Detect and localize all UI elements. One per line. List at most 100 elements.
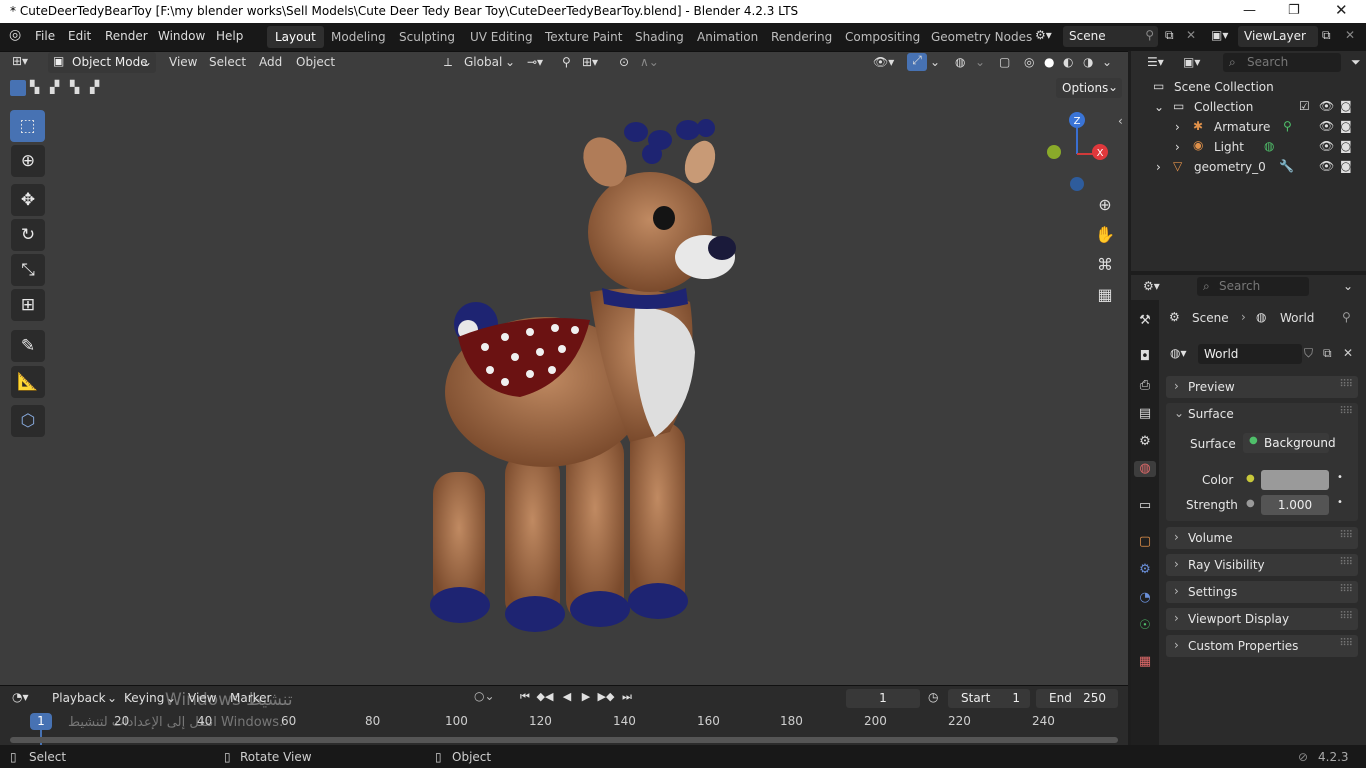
scene-icon[interactable]: ⚙▾ [1035, 28, 1052, 42]
select-extend-icon[interactable]: ▚ [30, 80, 39, 94]
tab-rendering[interactable]: Rendering [763, 26, 840, 48]
zoom-icon[interactable]: ⊕ [1093, 193, 1117, 217]
menu-view[interactable]: View [169, 55, 197, 69]
chevron-right-icon[interactable]: › [1175, 120, 1180, 134]
outliner-editor-icon[interactable]: ☰▾ [1147, 55, 1164, 69]
tab-layout[interactable]: Layout [267, 26, 324, 48]
measure-tool[interactable]: 📐 [11, 366, 45, 398]
properties-editor-icon[interactable]: ⚙▾ [1143, 279, 1160, 293]
keyframe-dot-icon[interactable]: • [1337, 497, 1343, 508]
chevron-down-icon[interactable]: ⌄ [1102, 55, 1112, 69]
menu-playback[interactable]: Playback [52, 691, 106, 705]
jump-end-icon[interactable]: ⏭ [618, 690, 636, 706]
overlays-icon[interactable]: ◍ [955, 55, 965, 69]
chevron-down-icon[interactable]: ⌄ [1154, 100, 1164, 114]
select-intersect-icon[interactable]: ▞ [90, 80, 99, 94]
world-icon[interactable]: ◍ [1134, 461, 1156, 477]
rendered-shading-icon[interactable]: ◑ [1083, 55, 1093, 69]
menu-edit[interactable]: Edit [68, 29, 91, 43]
jump-keyframe-forward-icon[interactable]: ▶◆ [597, 690, 615, 706]
outliner-row-collection[interactable]: ⌄ ▭ Collection ☑ 👁 ◙ [1131, 97, 1366, 117]
grip-icon[interactable]: ⠿⠿ [1339, 611, 1353, 622]
eye-icon[interactable]: 👁 [1319, 139, 1334, 153]
panel-volume[interactable]: › Volume ⠿⠿ [1166, 527, 1358, 549]
grip-icon[interactable]: ⠿⠿ [1339, 379, 1353, 390]
tool-settings-icon[interactable]: ⚒ [1137, 313, 1153, 329]
wireframe-shading-icon[interactable]: ◎ [1024, 55, 1034, 69]
panel-ray-visibility[interactable]: › Ray Visibility ⠿⠿ [1166, 554, 1358, 576]
render-icon[interactable]: ◘ [1137, 349, 1153, 365]
chevron-down-icon[interactable]: ⌄ [1343, 279, 1353, 293]
panel-viewport-display[interactable]: › Viewport Display ⠿⠿ [1166, 608, 1358, 630]
viewlayer-selector[interactable]: ViewLayer [1238, 26, 1318, 47]
end-frame-input[interactable]: End 250 [1036, 689, 1118, 708]
delete-scene-icon[interactable]: ✕ [1186, 28, 1196, 42]
pin-icon[interactable]: ⚲ [1342, 310, 1351, 324]
visibility-icon[interactable]: 👁▾ [873, 55, 894, 69]
tab-modeling[interactable]: Modeling [323, 26, 394, 48]
grip-icon[interactable]: ⠿⠿ [1339, 406, 1353, 417]
color-swatch[interactable] [1261, 470, 1329, 490]
grip-icon[interactable]: ⠿⠿ [1339, 584, 1353, 595]
surface-shader-field[interactable]: ● Background [1243, 433, 1336, 453]
camera-icon[interactable]: ◙ [1340, 159, 1352, 173]
snap-target-icon[interactable]: ⊞▾ [582, 55, 598, 69]
object-icon[interactable]: ▢ [1137, 534, 1153, 550]
material-shading-icon[interactable]: ◐ [1063, 55, 1073, 69]
select-box-tool[interactable]: ⬚ [10, 110, 45, 142]
navigation-gizmo[interactable]: Z X [1040, 110, 1120, 200]
play-reverse-icon[interactable]: ◀ [558, 690, 576, 706]
display-mode-icon[interactable]: ▣▾ [1183, 55, 1200, 69]
menu-object[interactable]: Object [296, 55, 335, 69]
timeline-scrollbar[interactable] [10, 737, 1118, 743]
new-viewlayer-icon[interactable]: ⧉ [1322, 28, 1331, 43]
chevron-down-icon[interactable]: ⌄ [930, 55, 940, 69]
gizmo-toggle-icon[interactable]: ⤢ [907, 53, 927, 71]
blender-logo-icon[interactable]: ◎ [9, 27, 21, 43]
select-subtract-icon[interactable]: ▞ [50, 80, 59, 94]
xray-icon[interactable]: ▢ [999, 55, 1010, 69]
properties-search-input[interactable]: ⌕ Search [1197, 277, 1309, 296]
snap-icon[interactable]: ⚲ [562, 55, 571, 69]
tab-geometry-nodes[interactable]: Geometry Nodes [923, 26, 1040, 48]
tab-animation[interactable]: Animation [689, 26, 766, 48]
auto-keying-icon[interactable]: ○⌄ [474, 689, 495, 703]
world-name-field[interactable]: World [1198, 344, 1302, 364]
panel-preview[interactable]: › Preview ⠿⠿ [1166, 376, 1358, 398]
filter-icon[interactable]: ⏷ [1351, 55, 1361, 70]
jump-keyframe-back-icon[interactable]: ◆◀ [536, 690, 554, 706]
menu-window[interactable]: Window [158, 29, 205, 43]
tab-texture-paint[interactable]: Texture Paint [537, 26, 630, 48]
fake-user-icon[interactable]: ⛉ [1304, 346, 1313, 361]
grip-icon[interactable]: ⠿⠿ [1339, 638, 1353, 649]
checkbox-icon[interactable]: ☑ [1299, 99, 1310, 113]
physics-icon[interactable]: ◔ [1137, 590, 1153, 606]
eye-icon[interactable]: 👁 [1319, 119, 1334, 133]
menu-add[interactable]: Add [259, 55, 282, 69]
grip-icon[interactable]: ⠿⠿ [1339, 530, 1353, 541]
chevron-down-icon[interactable]: ⌄ [1174, 406, 1184, 420]
unlink-icon[interactable]: ✕ [1343, 346, 1353, 360]
strength-socket-icon[interactable]: ● [1246, 498, 1255, 509]
orientation-label[interactable]: Global [464, 55, 502, 69]
modifier-icon[interactable]: ⚙ [1137, 562, 1153, 578]
pan-hand-icon[interactable]: ✋ [1093, 223, 1117, 247]
color-socket-icon[interactable]: ● [1246, 473, 1255, 484]
cursor-tool[interactable]: ⊕ [11, 145, 45, 177]
menu-render[interactable]: Render [105, 29, 148, 43]
play-icon[interactable]: ▶ [577, 690, 595, 706]
chevron-right-icon[interactable]: › [1175, 140, 1180, 154]
grip-icon[interactable]: ⠿⠿ [1339, 557, 1353, 568]
rotate-tool[interactable]: ↻ [11, 219, 45, 251]
select-invert-icon[interactable]: ▚ [70, 80, 79, 94]
panel-settings[interactable]: › Settings ⠿⠿ [1166, 581, 1358, 603]
menu-help[interactable]: Help [216, 29, 243, 43]
outliner-row-light[interactable]: › ◉ Light ◍ 👁 ◙ [1131, 137, 1366, 157]
scene-selector[interactable]: Scene ⚲ [1063, 26, 1158, 47]
editor-type-icon[interactable]: ⊞▾ [12, 54, 28, 68]
camera-icon[interactable]: ◙ [1340, 99, 1352, 113]
collection-icon[interactable]: ▭ [1137, 498, 1153, 514]
menu-select[interactable]: Select [209, 55, 246, 69]
view-layer-icon[interactable]: ▤ [1137, 406, 1153, 422]
close-icon[interactable]: ✕ [1335, 1, 1348, 19]
